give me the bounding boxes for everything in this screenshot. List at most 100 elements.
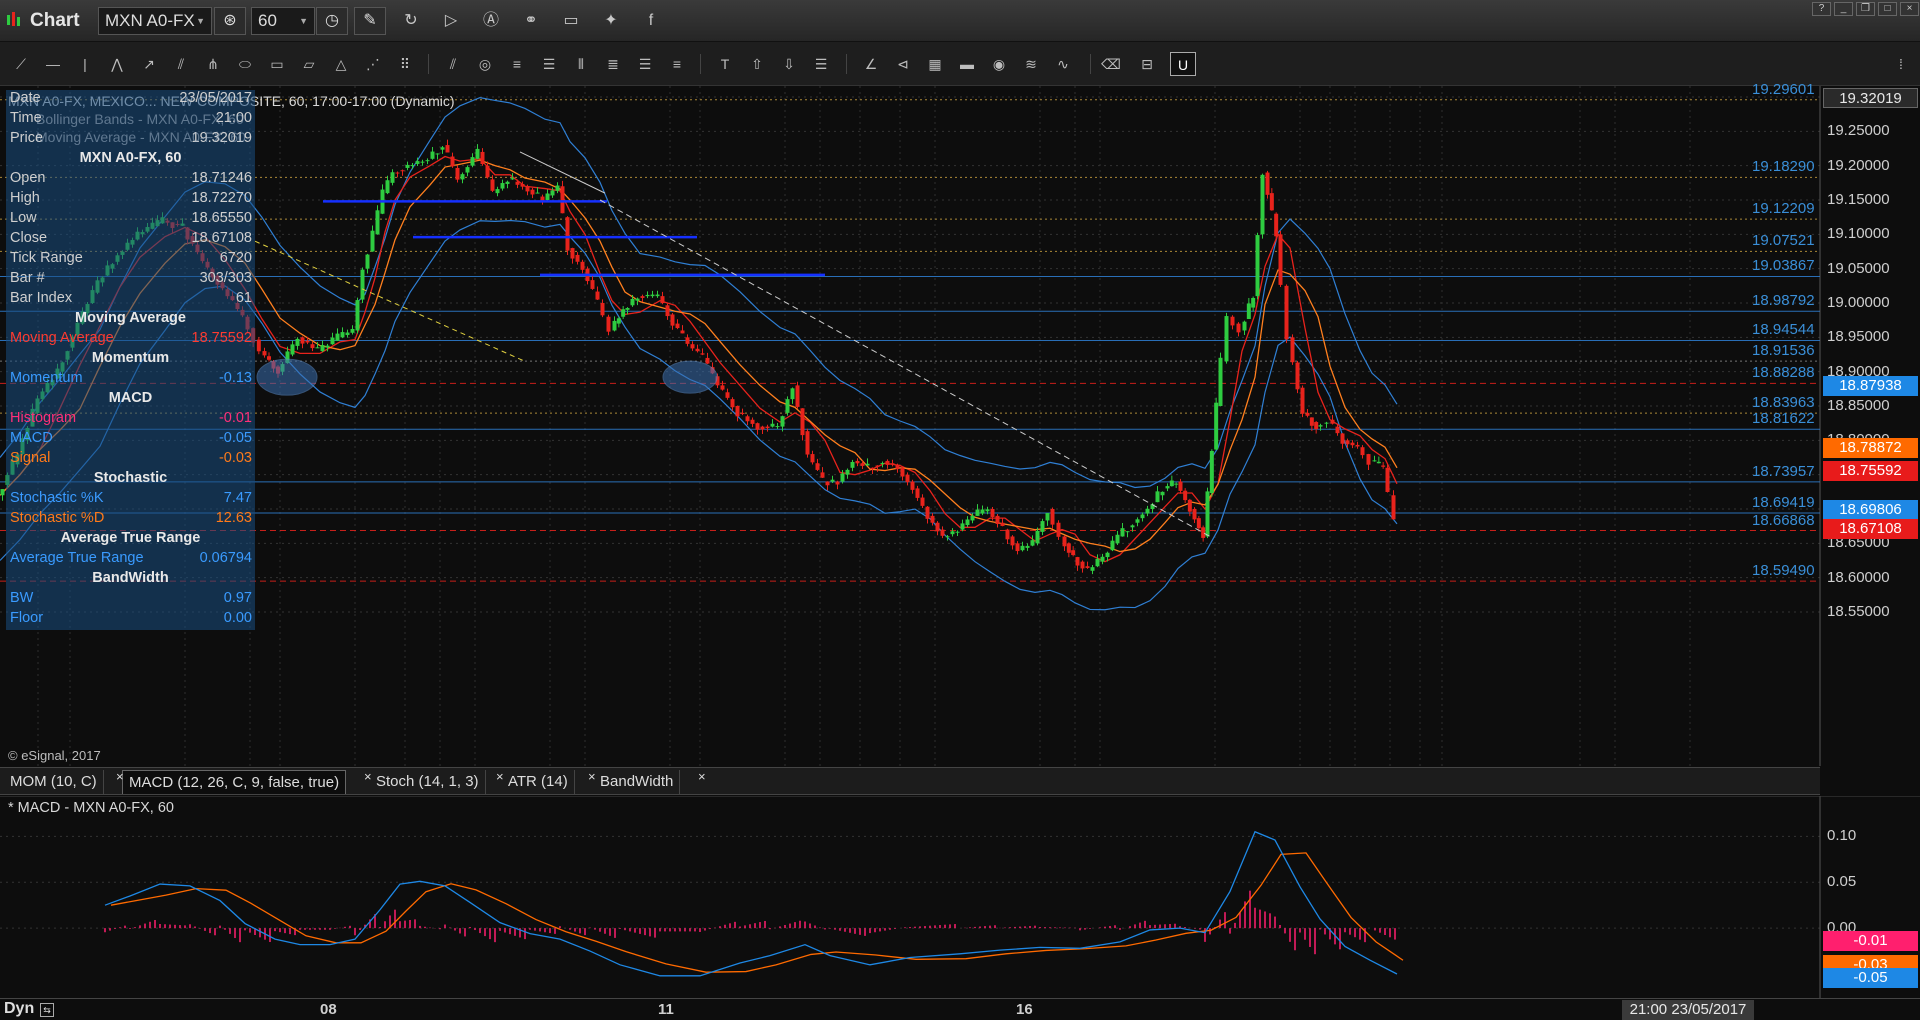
candle-body xyxy=(1330,419,1335,424)
fibonacci-extension-icon[interactable]: ☰ xyxy=(536,52,562,76)
candle-body xyxy=(1045,513,1050,521)
angle-tool-icon[interactable]: ∠ xyxy=(858,52,884,76)
grid-tool-icon[interactable]: ▦ xyxy=(922,52,948,76)
main-chart-pane[interactable]: MXN A0-FX, MEXICO... NEW COMPOSITE, 60, … xyxy=(0,86,1920,766)
delete-all-drawings-icon[interactable]: ⊟ xyxy=(1134,52,1160,76)
text-tool-icon[interactable]: T xyxy=(712,52,738,76)
symbol-input[interactable]: MXN A0-FX ▼ xyxy=(98,7,212,35)
magnet-snap-icon[interactable]: U xyxy=(1170,52,1196,76)
candle-body xyxy=(1178,481,1183,491)
candle-body xyxy=(1251,297,1256,308)
price-chart-canvas[interactable] xyxy=(0,86,1920,766)
ohlc-value: 6720 xyxy=(219,250,252,266)
interval-link-button[interactable]: ◷ xyxy=(316,7,348,35)
parallel-lines-icon[interactable]: ⫽ xyxy=(440,52,466,76)
maximize-button[interactable]: □ xyxy=(1878,2,1897,16)
symbol-link-button[interactable]: ⊛ xyxy=(214,7,246,35)
play-icon[interactable]: ▷ xyxy=(440,10,462,32)
fibonacci-channel-icon[interactable]: ≡ xyxy=(664,52,690,76)
polyline-tool-icon[interactable]: ⋀ xyxy=(104,52,130,76)
interval-input[interactable]: 60 ▼ xyxy=(251,7,315,35)
refresh-icon[interactable]: ↻ xyxy=(400,10,422,32)
fibonacci-fan-icon[interactable]: ≣ xyxy=(600,52,626,76)
bw-row-label: BW xyxy=(10,590,34,606)
close-icon[interactable]: × xyxy=(588,769,596,784)
triangle-tool-icon[interactable]: △ xyxy=(328,52,354,76)
sine-wave-icon[interactable]: ∿ xyxy=(1050,52,1076,76)
price-tick: 19.00000 xyxy=(1827,294,1890,311)
fibonacci-timezone-icon[interactable]: ⦀ xyxy=(568,52,594,76)
toolbar-scroll-icon[interactable]: ⁞ xyxy=(1888,52,1914,76)
ellipse-tool-icon[interactable]: ⬭ xyxy=(232,52,258,76)
candle-body xyxy=(1376,461,1381,464)
price-label-tool-icon[interactable]: ☰ xyxy=(808,52,834,76)
parallelogram-tool-icon[interactable]: ▱ xyxy=(296,52,322,76)
ray-tool-icon[interactable]: ↗ xyxy=(136,52,162,76)
close-button[interactable]: × xyxy=(1900,2,1919,16)
minimize-button[interactable]: _ xyxy=(1834,2,1853,16)
chevron-down-icon[interactable]: ▼ xyxy=(299,16,308,26)
rectangle-tool-icon[interactable]: ▭ xyxy=(264,52,290,76)
macd-pane[interactable]: * MACD - MXN A0-FX, 60 0.10 0.05 0.00 -0.01… xyxy=(0,795,1920,998)
ohlc-value: 18.71246 xyxy=(191,170,252,186)
circle-tool-icon[interactable]: ◎ xyxy=(472,52,498,76)
andrews-pitchfork-icon[interactable]: ⋔ xyxy=(200,52,226,76)
trendline-tool-icon[interactable]: ⟋ xyxy=(8,52,34,76)
candle-body xyxy=(1030,540,1035,546)
candle-body xyxy=(930,515,935,523)
link-chain-icon[interactable]: ⚭ xyxy=(520,10,542,32)
study-tab[interactable]: ATR (14) xyxy=(502,770,575,794)
fibonacci-arc-icon[interactable]: ☰ xyxy=(632,52,658,76)
study-tab[interactable]: BandWidth xyxy=(594,770,681,794)
dynamic-mode-label[interactable]: Dyn xyxy=(4,1000,34,1018)
mob-tool-icon[interactable]: ▬ xyxy=(954,52,980,76)
momentum-row-value: -0.13 xyxy=(218,370,252,386)
ma-row: Moving Average 18.75592 xyxy=(8,330,254,350)
tick-marks-icon[interactable]: ⠿ xyxy=(392,52,418,76)
study-tab[interactable]: MOM (10, C) xyxy=(4,770,104,794)
restore-button[interactable]: ❐ xyxy=(1856,2,1875,16)
candle-body xyxy=(780,416,785,427)
study-tab[interactable]: Stoch (14, 1, 3) xyxy=(370,770,486,794)
time-axis[interactable]: Dyn ⇆ 08 11 16 21:00 23/05/2017 xyxy=(0,998,1920,1020)
cycle-lines-icon[interactable]: ⊲ xyxy=(890,52,916,76)
level-label: 19.03867 xyxy=(1752,257,1815,275)
atr-row-label: Average True Range xyxy=(10,550,144,566)
close-icon[interactable]: × xyxy=(364,769,372,784)
link-icon: ⊛ xyxy=(223,12,237,29)
eraser-icon[interactable]: ⌫ xyxy=(1098,52,1124,76)
ohlc-label: Low xyxy=(10,210,37,226)
fibonacci-retracement-icon[interactable]: ≡ xyxy=(504,52,530,76)
gann-fan-icon[interactable]: ⋰ xyxy=(360,52,386,76)
help-button[interactable]: ? xyxy=(1812,2,1831,16)
macd-canvas[interactable] xyxy=(0,795,1920,998)
candle-body xyxy=(1035,530,1040,544)
arrow-down-tool-icon[interactable]: ⇩ xyxy=(776,52,802,76)
candle-body xyxy=(1174,483,1179,485)
candle-body xyxy=(1284,285,1289,340)
candle-body xyxy=(545,193,550,200)
histogram-row: Histogram -0.01 xyxy=(8,410,254,430)
candle-body xyxy=(300,337,305,344)
chevron-down-icon[interactable]: ▼ xyxy=(196,16,205,26)
close-icon[interactable]: × xyxy=(116,769,124,784)
channel-tool-icon[interactable]: ⫽ xyxy=(168,52,194,76)
study-tab[interactable]: MACD (12, 26, C, 9, false, true) xyxy=(122,770,347,794)
candle-body xyxy=(1360,447,1365,456)
ohlc-row: Close 18.67108 xyxy=(8,230,254,250)
facebook-icon[interactable]: f xyxy=(640,10,662,32)
comment-icon[interactable]: ▭ xyxy=(560,10,582,32)
pti-tool-icon[interactable]: ≋ xyxy=(1018,52,1044,76)
horizontal-line-tool-icon[interactable]: — xyxy=(40,52,66,76)
draw-mode-button[interactable]: ✎ xyxy=(354,7,386,35)
close-icon[interactable]: × xyxy=(496,769,504,784)
arrow-up-tool-icon[interactable]: ⇧ xyxy=(744,52,770,76)
eye-tool-icon[interactable]: ◉ xyxy=(986,52,1012,76)
alert-icon[interactable]: Ⓐ xyxy=(480,10,502,32)
candle-body xyxy=(256,339,261,352)
vertical-line-tool-icon[interactable]: | xyxy=(72,52,98,76)
time-scale-icon[interactable]: ⇆ xyxy=(40,1003,54,1017)
level-label: 18.98792 xyxy=(1752,292,1815,310)
twitter-icon[interactable]: ✦ xyxy=(600,10,622,32)
close-icon[interactable]: × xyxy=(698,769,706,784)
